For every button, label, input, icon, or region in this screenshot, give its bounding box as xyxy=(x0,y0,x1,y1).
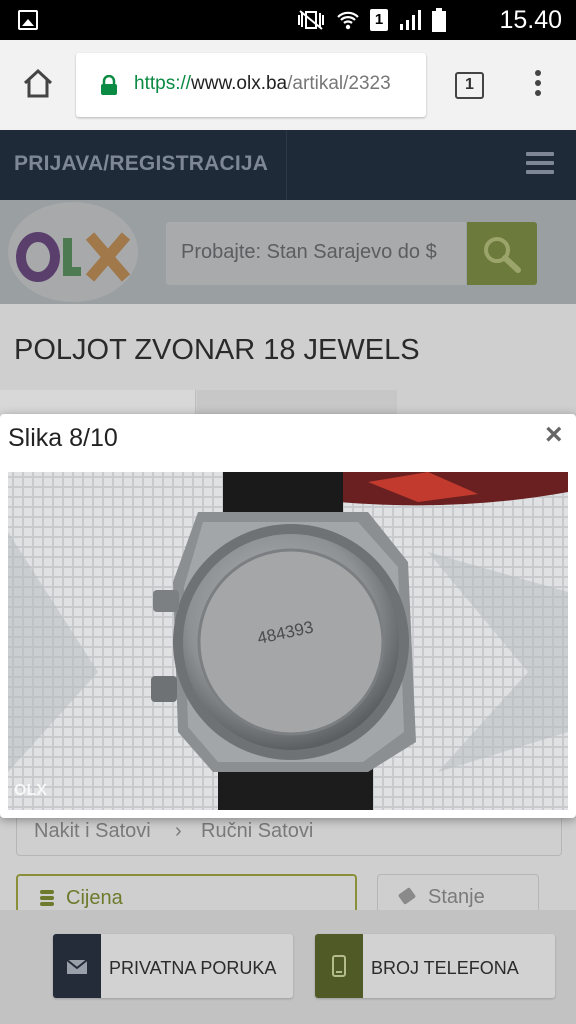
status-icons: 1 xyxy=(296,8,446,32)
address-bar[interactable]: https://www.olx.ba/artikal/2323 xyxy=(76,53,426,117)
tab-switcher-button[interactable]: 1 xyxy=(455,72,484,99)
hamburger-menu-icon[interactable] xyxy=(526,152,554,179)
sim-badge: 1 xyxy=(370,9,388,31)
state-label: Stanje xyxy=(428,886,485,908)
home-icon[interactable] xyxy=(22,68,54,98)
envelope-icon xyxy=(66,959,88,974)
phone-number-button[interactable]: BROJ TELEFONA xyxy=(315,934,555,998)
product-photo[interactable]: 484393 OLX xyxy=(8,472,568,810)
contact-action-bar: PRIVATNA PORUKA BROJ TELEFONA xyxy=(0,910,576,1024)
envelope-icon-box xyxy=(53,934,101,998)
url-path: /artikal/2323 xyxy=(287,73,391,94)
url-scheme: https:// xyxy=(134,73,192,94)
search-icon xyxy=(484,237,521,273)
clock: 15.40 xyxy=(499,6,562,34)
tag-icon xyxy=(397,887,417,905)
search-placeholder: Probajte: Stan Sarajevo do $ xyxy=(181,241,437,263)
image-viewer-modal: Slika 8/10 × 484393 OLX xyxy=(0,414,576,818)
price-label: Cijena xyxy=(66,887,123,909)
gallery-notification-icon xyxy=(18,10,38,30)
battery-icon xyxy=(432,8,446,32)
browser-toolbar: https://www.olx.ba/artikal/2323 1 xyxy=(0,40,576,130)
status-bar: 1 15.40 xyxy=(0,0,576,40)
product-title: POLJOT ZVONAR 18 JEWELS xyxy=(14,334,420,366)
lock-icon xyxy=(101,75,117,95)
image-counter-title: Slika 8/10 xyxy=(8,424,118,452)
breadcrumb-category[interactable]: Nakit i Satovi xyxy=(34,820,151,843)
wifi-icon xyxy=(337,11,359,30)
photo-watermark: OLX xyxy=(14,782,47,799)
watch-photo: 484393 xyxy=(8,472,568,810)
coins-icon xyxy=(40,890,54,906)
login-link[interactable]: PRIJAVA/REGISTRACIJA xyxy=(14,152,268,176)
search-button[interactable] xyxy=(467,222,537,285)
olx-logo-mark xyxy=(16,232,131,282)
breadcrumb-separator: › xyxy=(175,820,182,842)
phone-icon-box xyxy=(315,934,363,998)
url-text: https://www.olx.ba/artikal/2323 xyxy=(134,73,391,95)
phone-number-label: BROJ TELEFONA xyxy=(371,958,519,978)
search-input[interactable]: Probajte: Stan Sarajevo do $ xyxy=(166,222,466,285)
overflow-menu-icon[interactable] xyxy=(530,70,546,100)
url-host: www.olx.ba xyxy=(191,73,288,94)
site-header: PRIJAVA/REGISTRACIJA xyxy=(0,130,576,200)
header-divider xyxy=(286,130,287,200)
close-icon[interactable]: × xyxy=(545,420,563,450)
private-message-label: PRIVATNA PORUKA xyxy=(109,958,277,978)
vibrate-mute-icon xyxy=(298,10,324,30)
search-area: Probajte: Stan Sarajevo do $ xyxy=(0,200,576,304)
signal-icon xyxy=(400,10,421,30)
olx-logo[interactable] xyxy=(8,202,138,302)
breadcrumb-subcategory[interactable]: Ručni Satovi xyxy=(201,820,313,843)
mobile-phone-icon xyxy=(332,955,346,977)
private-message-button[interactable]: PRIVATNA PORUKA xyxy=(53,934,293,998)
